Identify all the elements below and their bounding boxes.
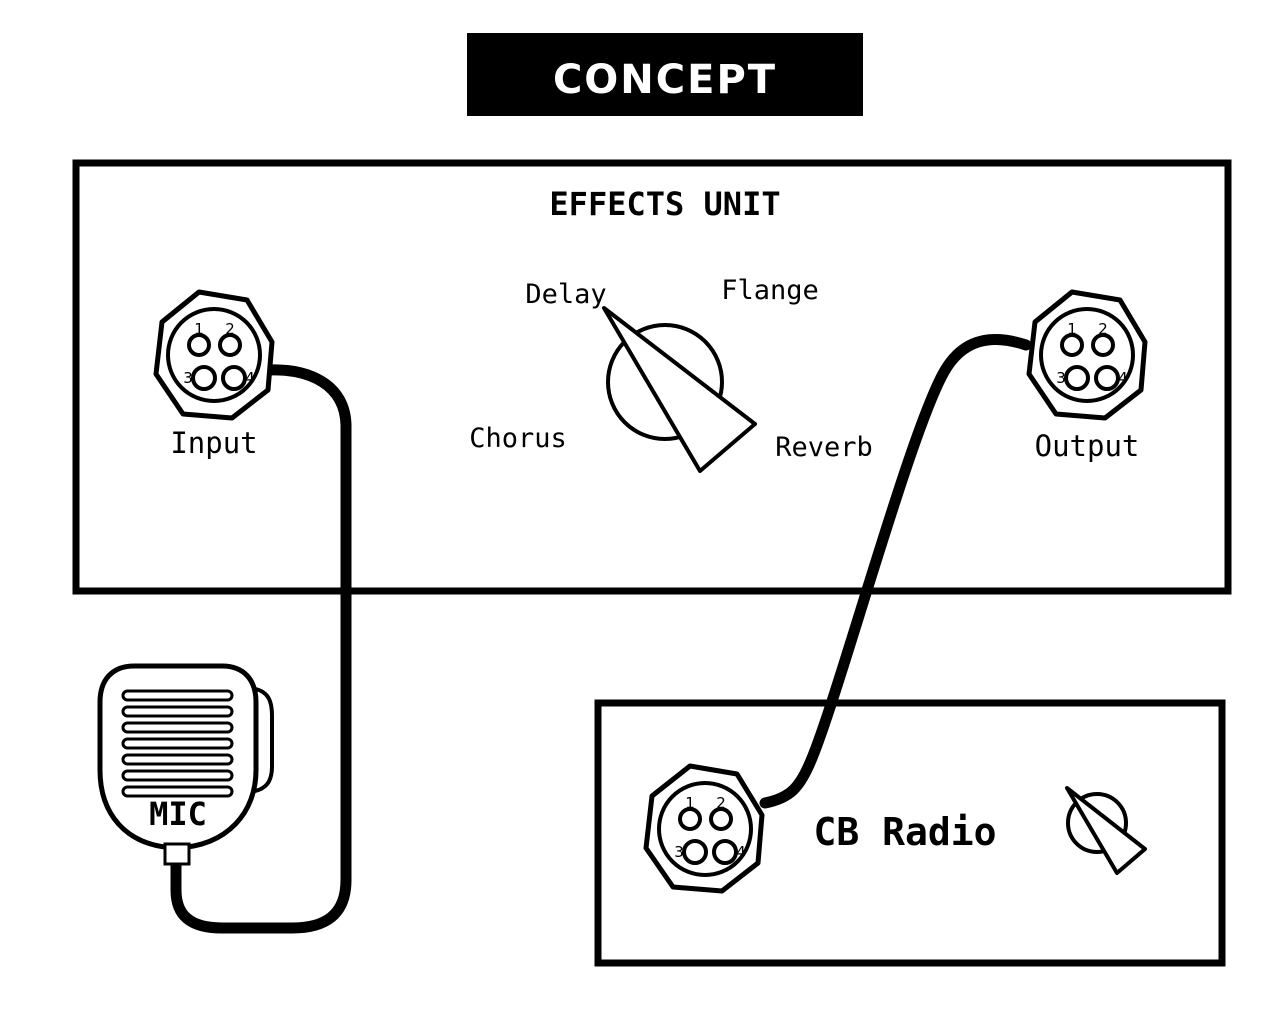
title-banner: CONCEPT (467, 33, 863, 116)
mic-grille-slot (121, 705, 234, 718)
input-pin-3 (191, 365, 217, 391)
output-pin-3 (1064, 365, 1090, 391)
mic-strain-relief (163, 842, 191, 866)
input-connector-label: Input (170, 426, 257, 460)
mic-grille-slot (121, 737, 234, 750)
input-pin-4 (221, 365, 247, 391)
mic-label: MIC (149, 795, 207, 833)
diagram-canvas: CONCEPT EFFECTS UNIT CB Radio 1 2 3 4 In… (0, 0, 1280, 1024)
cb-pin-1-label: 1 (685, 794, 695, 812)
effect-label-delay: Delay (525, 279, 606, 310)
input-connector[interactable]: 1 2 3 4 Input (153, 289, 275, 460)
output-pin-3-label: 3 (1056, 369, 1066, 387)
cb-pin-2 (709, 807, 733, 831)
effect-label-chorus: Chorus (469, 423, 567, 454)
output-connector-label: Output (1035, 429, 1140, 463)
microphone[interactable]: MIC (97, 663, 274, 866)
cb-pin-3 (682, 839, 708, 865)
mic-grille-slot (121, 753, 234, 766)
title-banner-label: CONCEPT (553, 57, 777, 103)
input-connector-face (166, 307, 262, 403)
mic-grille-slot (121, 721, 234, 734)
concept-diagram-svg: CONCEPT EFFECTS UNIT CB Radio 1 2 3 4 In… (72, 33, 1232, 967)
effect-label-flange: Flange (721, 275, 819, 306)
output-pin-1-label: 1 (1067, 320, 1077, 338)
output-pin-2 (1091, 333, 1115, 357)
effect-selector-knob[interactable] (602, 306, 757, 473)
effects-unit-title: EFFECTS UNIT (549, 185, 780, 223)
cb-radio-title: CB Radio (813, 810, 996, 854)
input-pin-2 (218, 333, 242, 357)
mic-grille-slot (121, 769, 234, 782)
output-pin-4 (1094, 365, 1120, 391)
cb-pin-1 (678, 807, 702, 831)
cb-pin-4-label: 4 (736, 843, 746, 861)
cb-radio-knob[interactable] (1065, 786, 1147, 875)
cb-radio-connector[interactable]: 1 2 3 4 (643, 763, 765, 894)
output-connector-face (1039, 307, 1135, 403)
output-pin-4-label: 4 (1118, 369, 1128, 387)
input-pin-3-label: 3 (183, 369, 193, 387)
cb-pin-4 (712, 839, 738, 865)
cb-pin-2-label: 2 (716, 794, 726, 812)
output-to-cb-radio-cable (759, 334, 1032, 809)
input-pin-4-label: 4 (245, 369, 255, 387)
input-pin-1 (187, 333, 211, 357)
cb-connector-face (657, 781, 753, 877)
effect-label-reverb: Reverb (775, 432, 873, 463)
output-pin-2-label: 2 (1098, 320, 1108, 338)
output-connector[interactable]: 1 2 3 4 Output (1026, 289, 1148, 463)
input-pin-2-label: 2 (225, 320, 235, 338)
mic-grille-slot (121, 689, 234, 702)
cb-pin-3-label: 3 (674, 843, 684, 861)
input-pin-1-label: 1 (194, 320, 204, 338)
output-pin-1 (1060, 333, 1084, 357)
